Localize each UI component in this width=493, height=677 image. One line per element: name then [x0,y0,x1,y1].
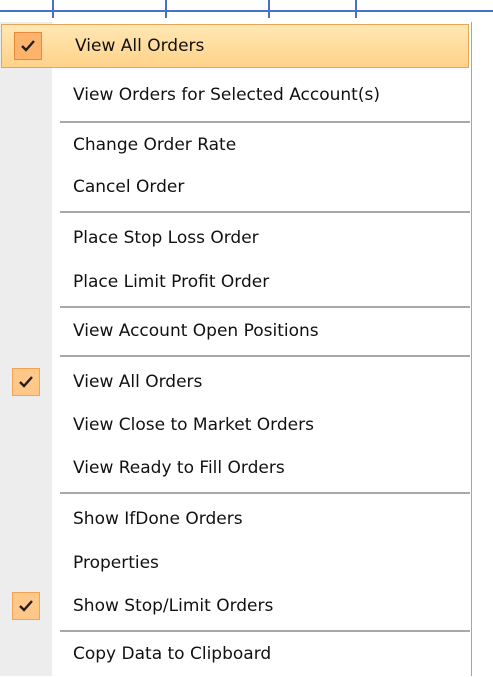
background-grid-header [0,0,493,22]
menu-item-label: View All Orders [75,36,205,56]
grid-column-divider [165,0,167,18]
menu-item-view-orders-selected-accounts[interactable]: View Orders for Selected Account(s) [0,73,470,117]
checkmark-icon [12,368,40,396]
menu-item-label: Place Limit Profit Order [73,272,270,292]
menu-item-view-all-orders-filter[interactable]: View All Orders [0,360,470,404]
menu-item-show-ifdone-orders[interactable]: Show IfDone Orders [0,497,470,541]
grid-column-divider [52,0,54,18]
menu-item-copy-data-to-clipboard[interactable]: Copy Data to Clipboard [0,632,470,676]
grid-line [0,10,493,12]
menu-separator [60,355,470,358]
menu-item-label: View Close to Market Orders [73,415,314,435]
menu-item-change-order-rate[interactable]: Change Order Rate [0,123,470,167]
menu-item-view-all-orders[interactable]: View All Orders [1,24,469,68]
checkmark-icon [14,32,42,60]
menu-item-label: Place Stop Loss Order [73,228,259,248]
menu-item-label: View All Orders [73,372,203,392]
menu-item-label: Show Stop/Limit Orders [73,596,274,616]
menu-separator [60,492,470,495]
menu-item-view-account-open-positions[interactable]: View Account Open Positions [0,309,470,353]
menu-item-label: Copy Data to Clipboard [73,644,272,664]
menu-item-cancel-order[interactable]: Cancel Order [0,165,470,209]
menu-item-view-ready-to-fill-orders[interactable]: View Ready to Fill Orders [0,446,470,490]
menu-item-show-stop-limit-orders[interactable]: Show Stop/Limit Orders [0,584,470,628]
menu-item-label: Properties [73,553,159,573]
menu-item-label: View Account Open Positions [73,321,319,341]
menu-item-label: View Orders for Selected Account(s) [73,85,380,105]
menu-item-place-limit-profit-order[interactable]: Place Limit Profit Order [0,260,470,304]
menu-item-label: Change Order Rate [73,135,237,155]
grid-column-divider [268,0,270,18]
menu-item-label: View Ready to Fill Orders [73,458,285,478]
menu-item-label: Show IfDone Orders [73,509,243,529]
menu-item-place-stop-loss-order[interactable]: Place Stop Loss Order [0,216,470,260]
menu-item-properties[interactable]: Properties [0,541,470,585]
grid-column-divider [355,0,357,18]
checkmark-icon [12,592,40,620]
menu-item-view-close-to-market-orders[interactable]: View Close to Market Orders [0,403,470,447]
menu-separator [60,211,470,214]
context-menu: View All Orders View Orders for Selected… [0,22,472,676]
menu-item-label: Cancel Order [73,177,185,197]
